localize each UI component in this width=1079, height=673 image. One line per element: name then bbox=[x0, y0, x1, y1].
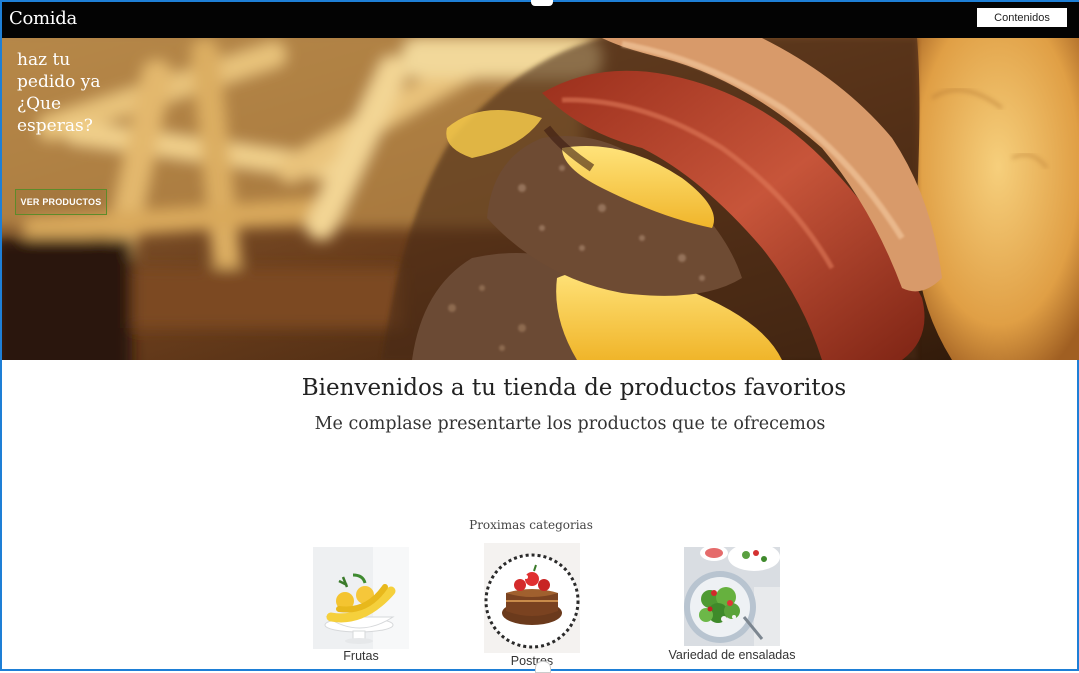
hero-title: haz tu pedido ya ¿Que esperas? bbox=[17, 50, 101, 136]
hero-image bbox=[2, 38, 1079, 360]
scroll-handle[interactable] bbox=[535, 661, 551, 673]
welcome-title: Bienvenidos a tu tienda de productos fav… bbox=[301, 375, 847, 401]
view-products-button[interactable]: VER PRODUCTOS bbox=[15, 189, 107, 215]
category-name-desserts[interactable]: Postres bbox=[444, 654, 620, 668]
fruit-bowl-image[interactable] bbox=[313, 547, 409, 649]
top-navbar: Comida Contenidos bbox=[2, 0, 1079, 38]
salad-bowl-image[interactable] bbox=[684, 547, 780, 646]
categories-label: Proximas categorias bbox=[469, 518, 593, 532]
hero-banner: haz tu pedido ya ¿Que esperas? VER PRODU… bbox=[2, 38, 1079, 360]
category-name-fruits[interactable]: Frutas bbox=[273, 649, 449, 663]
brand-logo[interactable]: Comida bbox=[9, 8, 77, 29]
top-handle bbox=[531, 0, 553, 6]
dessert-cake-image[interactable] bbox=[484, 543, 580, 653]
category-name-salads[interactable]: Variedad de ensaladas bbox=[644, 648, 820, 662]
contents-button[interactable]: Contenidos bbox=[977, 8, 1067, 27]
welcome-subtitle: Me complase presentarte los productos qu… bbox=[314, 414, 826, 434]
